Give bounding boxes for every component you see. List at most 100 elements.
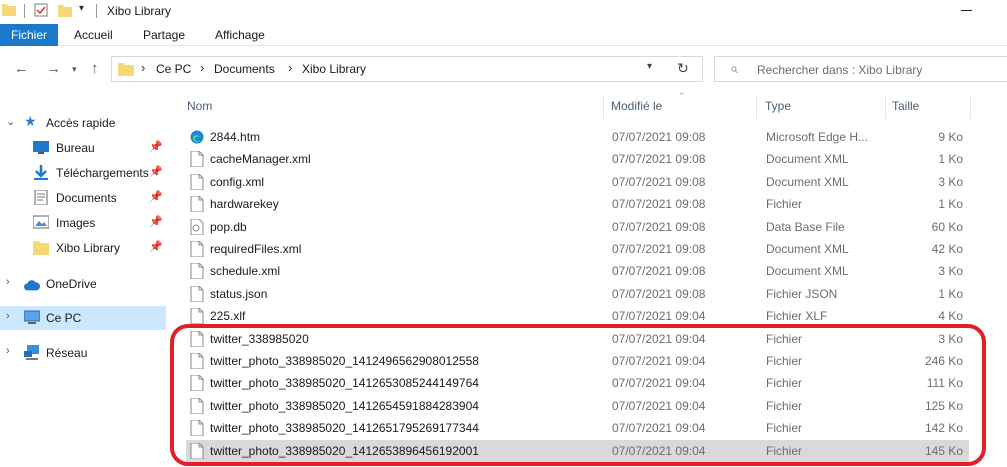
column-header-modified[interactable]: Modifié le — [611, 99, 662, 113]
file-name: hardwarekey — [210, 197, 279, 212]
recent-locations-chevron-icon[interactable]: ▾ — [72, 64, 77, 75]
file-row[interactable]: twitter_photo_338985020_1412496562908012… — [186, 350, 969, 372]
file-size: 142 Ko — [924, 421, 963, 436]
file-name: twitter_photo_338985020_1412651795269177… — [210, 421, 479, 436]
file-row[interactable]: twitter_photo_338985020_1412651795269177… — [186, 417, 969, 439]
nav-quick-access[interactable]: ⌄ ★ Accès rapide — [0, 111, 166, 135]
window-title: Xibo Library — [107, 4, 172, 18]
file-type: Document XML — [766, 264, 849, 279]
file-type: Fichier — [766, 376, 803, 391]
folder-icon — [118, 63, 134, 76]
breadcrumb-this-pc[interactable]: Ce PC — [156, 62, 191, 76]
search-box[interactable]: ⌕ Rechercher dans : Xibo Library — [714, 56, 1007, 82]
column-divider[interactable] — [885, 95, 886, 119]
file-type: Fichier — [766, 331, 803, 346]
breadcrumb-documents[interactable]: Documents — [214, 62, 275, 76]
column-divider[interactable] — [970, 95, 971, 119]
address-dropdown-icon[interactable]: ▾ — [647, 61, 652, 72]
file-row[interactable]: cacheManager.xml 07/07/2021 09:08 Document… — [186, 148, 969, 170]
quick-toolbar-dropdown-icon[interactable]: ▾ — [79, 3, 84, 14]
nav-item-images[interactable]: Images 📌 — [0, 211, 166, 235]
file-row[interactable]: twitter_338985020 07/07/2021 09:04 Fichier… — [186, 328, 969, 350]
file-size: 111 Ko — [926, 376, 963, 391]
nav-item-xibo-library[interactable]: Xibo Library 📌 — [0, 236, 166, 260]
nav-item-bureau[interactable]: Bureau 📌 — [0, 136, 166, 160]
file-icon — [190, 330, 204, 348]
tab-file[interactable]: Fichier — [0, 24, 59, 46]
expand-chevron-icon[interactable]: ⌄ — [6, 115, 15, 128]
images-icon — [33, 215, 49, 229]
file-type: Document XML — [766, 152, 849, 167]
file-row[interactable]: pop.db 07/07/2021 09:08 Data Base File 60 K… — [186, 216, 969, 238]
file-size: 125 Ko — [924, 398, 963, 413]
file-modified-date: 07/07/2021 09:08 — [612, 174, 706, 189]
file-icon — [190, 240, 204, 258]
file-row[interactable]: twitter_photo_338985020_1412653896456192… — [186, 439, 969, 462]
nav-this-pc[interactable]: › Ce PC — [0, 306, 166, 330]
file-row[interactable]: requiredFiles.xml 07/07/2021 09:08 Documen… — [186, 238, 969, 260]
file-modified-date: 07/07/2021 09:04 — [612, 421, 706, 436]
file-row[interactable]: schedule.xml 07/07/2021 09:08 Document XML… — [186, 260, 969, 282]
file-name: config.xml — [210, 174, 265, 189]
column-header-type[interactable]: Type — [765, 99, 791, 113]
nav-network[interactable]: › Réseau — [0, 341, 166, 365]
file-size: 1 Ko — [938, 197, 963, 212]
forward-arrow-icon[interactable]: → — [46, 60, 61, 77]
file-modified-date: 07/07/2021 09:08 — [612, 242, 706, 256]
tab-view[interactable]: Affichage — [215, 24, 265, 46]
nav-item-documents[interactable]: Documents 📌 — [0, 186, 166, 210]
expand-chevron-icon[interactable]: › — [6, 310, 10, 322]
file-modified-date: 07/07/2021 09:08 — [612, 286, 706, 301]
column-headers: Nom Modifié le ⌃ Type Taille — [170, 91, 1007, 119]
file-size: 4 Ko — [938, 309, 963, 324]
file-row[interactable]: 2844.htm 07/07/2021 09:08 Microsoft Edge H… — [186, 126, 969, 148]
file-modified-date: 07/07/2021 09:04 — [612, 443, 706, 458]
file-icon — [190, 397, 204, 415]
nav-label: OneDrive — [46, 277, 97, 291]
tab-share[interactable]: Partage — [143, 24, 185, 46]
new-folder-icon[interactable] — [58, 3, 72, 17]
file-row[interactable]: twitter_photo_338985020_1412653085244149… — [186, 372, 969, 394]
refresh-icon[interactable]: ↻ — [677, 60, 689, 77]
file-size: 246 Ko — [924, 354, 963, 368]
search-icon: ⌕ — [730, 60, 738, 76]
star-icon: ★ — [24, 113, 37, 129]
file-type: Fichier — [766, 398, 803, 413]
column-header-size[interactable]: Taille — [892, 99, 919, 113]
column-divider[interactable] — [756, 95, 757, 119]
file-name: twitter_photo_338985020_1412654591884283… — [210, 398, 479, 413]
file-modified-date: 07/07/2021 09:08 — [612, 130, 706, 144]
folder-icon — [33, 241, 49, 255]
nav-label: Documents — [56, 191, 117, 205]
file-type: Fichier — [766, 197, 803, 212]
breadcrumb-xibo-library[interactable]: Xibo Library — [302, 62, 366, 76]
file-name: requiredFiles.xml — [210, 242, 302, 256]
file-type: Fichier JSON — [766, 286, 838, 301]
nav-label: Réseau — [46, 346, 88, 360]
file-size: 1 Ko — [938, 286, 963, 301]
column-divider[interactable] — [603, 95, 604, 119]
address-bar[interactable]: › Ce PC › Documents › Xibo Library ▾ ↻ — [111, 56, 703, 82]
expand-chevron-icon[interactable]: › — [6, 345, 10, 357]
file-size: 9 Ko — [938, 130, 963, 144]
file-row[interactable]: twitter_photo_338985020_1412654591884283… — [186, 395, 969, 417]
back-arrow-icon[interactable]: ← — [14, 60, 29, 77]
file-row[interactable]: config.xml 07/07/2021 09:08 Document XML 3 … — [186, 171, 969, 193]
breadcrumb-separator: › — [288, 60, 293, 75]
nav-item-downloads[interactable]: Téléchargements 📌 — [0, 161, 166, 185]
divider — [24, 4, 25, 18]
minimize-icon[interactable] — [961, 10, 972, 11]
tab-home[interactable]: Accueil — [74, 24, 113, 46]
column-header-name[interactable]: Nom — [187, 99, 212, 113]
up-arrow-icon[interactable]: ↑ — [91, 60, 99, 77]
file-row[interactable]: hardwarekey 07/07/2021 09:08 Fichier 1 Ko — [186, 193, 969, 215]
nav-onedrive[interactable]: › OneDrive — [0, 272, 166, 296]
expand-chevron-icon[interactable]: › — [6, 276, 10, 288]
file-row[interactable]: status.json 07/07/2021 09:08 Fichier JSON 1… — [186, 283, 969, 305]
nav-label: Téléchargements — [56, 166, 149, 180]
file-modified-date: 07/07/2021 09:04 — [612, 309, 706, 324]
properties-icon[interactable] — [34, 3, 48, 17]
file-row[interactable]: 225.xlf 07/07/2021 09:04 Fichier XLF 4 Ko — [186, 305, 969, 327]
network-icon — [24, 345, 39, 360]
file-type: Fichier — [766, 443, 803, 458]
